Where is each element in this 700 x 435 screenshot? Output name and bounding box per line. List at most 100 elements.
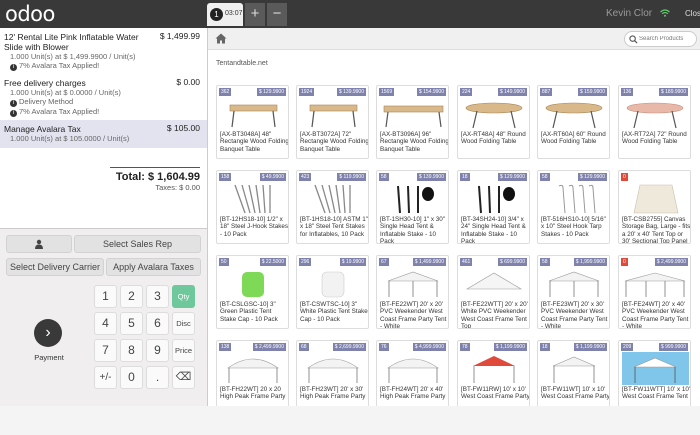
product-card[interactable]: 58 $ 139.9900 [BT-1SH30-10] 1" x 30" Singl…	[376, 170, 449, 244]
product-card[interactable]: 1924 $ 139.9900 [AX-BT3072A] 72" Rectangle…	[296, 85, 369, 159]
product-name: [BT-CSLGSC-10] 3" Green Plastic Tent Sta…	[220, 301, 278, 323]
product-card[interactable]: 67 $ 1,499.9900 [BT-FE22WT] 20' x 20' PVC …	[376, 255, 449, 329]
close-button[interactable]: Close	[685, 9, 700, 18]
delete-order-button[interactable]: −	[267, 3, 287, 26]
product-card[interactable]: 58 $ 1,999.9900 [BT-FE23WT] 20' x 30' PVC …	[537, 255, 610, 329]
product-image	[465, 102, 523, 129]
product-image	[558, 184, 596, 214]
order-line[interactable]: Free delivery charges $ 0.00 1.000 Unit(…	[0, 74, 207, 120]
key-2[interactable]: 2	[120, 285, 143, 308]
product-price-tag: $ 2,499.9900	[654, 258, 688, 266]
key-1[interactable]: 1	[94, 285, 117, 308]
product-name: [AX-RT72A] 72" Round Wood Folding Table	[622, 131, 687, 146]
key-9[interactable]: 9	[146, 339, 169, 362]
product-price-tag: $ 1,199.9900	[493, 343, 527, 351]
product-image	[387, 271, 439, 297]
order-totals: Total: $ 1,604.99 Taxes: $ 0.00	[110, 167, 200, 192]
order-total: Total: $ 1,604.99	[115, 171, 200, 183]
user-name[interactable]: Kevin Clor	[606, 8, 652, 19]
product-card[interactable]: 76 $ 4,999.9900 [BT-FH24WT] 20' x 40' High…	[376, 340, 449, 414]
order-tab[interactable]: 1 03:07	[207, 3, 243, 26]
product-card[interactable]: 136 $ 189.9900 [AX-RT72A] 72" Round Wood F…	[618, 85, 691, 159]
product-card[interactable]: 296 $ 19.9900 [BT-CSWTSC-10] 3" White Plas…	[296, 255, 369, 329]
key-plus-minus[interactable]: +/-	[94, 366, 117, 389]
product-name: [BT-CSWTSC-10] 3" White Plastic Tent Sta…	[300, 301, 368, 323]
key-5[interactable]: 5	[120, 312, 143, 335]
product-image	[234, 184, 271, 214]
product-code-badge: 887	[540, 88, 553, 96]
order-line-selected[interactable]: Manage Avalara Tax $ 105.00 1.000 Unit(s…	[0, 120, 207, 148]
product-code-badge: 76	[379, 343, 389, 351]
product-name: [BT-1HS18-10] ASTM 1" x 18" Steel Tent S…	[300, 216, 369, 238]
select-sales-rep-button[interactable]: Select Sales Rep	[74, 235, 201, 253]
apply-avalara-taxes-button[interactable]: Apply Avalara Taxes	[106, 258, 201, 276]
product-price-tag: $ 139.9900	[416, 173, 446, 181]
product-price-tag: $ 159.9900	[577, 88, 607, 96]
product-image	[622, 352, 689, 385]
product-card[interactable]: 362 $ 129.9900 [AX-BT3048A] 48" Rectangle …	[216, 85, 289, 159]
product-card[interactable]: 0 [BT-CSB2755] Canvas Storage Bag, Large …	[618, 170, 691, 244]
product-card[interactable]: 887 $ 159.9900 [AX-RT60A] 60" Round Wood F…	[537, 85, 610, 159]
key-3[interactable]: 3	[146, 285, 169, 308]
order-line[interactable]: 12' Rental Lite Pink Inflatable Water Sl…	[0, 28, 207, 74]
product-card[interactable]: 1569 $ 154.9900 [AX-BT3096A] 96" Rectangle…	[376, 85, 449, 159]
backspace-icon[interactable]: ⌫	[172, 366, 195, 389]
product-card[interactable]: 224 $ 149.9900 [AX-RT48A] 48" Round Wood F…	[457, 85, 530, 159]
product-card[interactable]: 158 $ 49.9900 [BT-12HS18-10] 1/2" x 18" St…	[216, 170, 289, 244]
product-card[interactable]: 50 $ 22.5000 [BT-CSLGSC-10] 3" Green Plast…	[216, 255, 289, 329]
product-price-tag: $ 129.9900	[577, 173, 607, 181]
mode-qty-button[interactable]: Qty	[172, 285, 195, 308]
product-price-tag: $ 129.9900	[256, 88, 286, 96]
key-6[interactable]: 6	[146, 312, 169, 335]
mode-price-button[interactable]: Price	[172, 339, 195, 362]
product-card[interactable]: 461 $ 699.9900 [BT-FE22WTT] 20' x 20' Whit…	[457, 255, 530, 329]
product-code-badge: 158	[219, 173, 232, 181]
info-icon: i	[10, 110, 17, 117]
product-image	[465, 272, 523, 290]
customer-button[interactable]	[6, 235, 72, 253]
product-image	[307, 358, 359, 383]
product-card[interactable]: 58 $ 129.9900 [BT-516HS10-10] 5/16" x 10" …	[537, 170, 610, 244]
product-code-badge: 68	[299, 343, 309, 351]
product-image	[309, 104, 358, 128]
key-0[interactable]: 0	[120, 366, 143, 389]
order-line-note: i 7% Avalara Tax Applied!	[4, 61, 203, 71]
product-code-badge: 209	[621, 343, 634, 351]
product-price-tag: $ 154.9900	[416, 88, 446, 96]
product-card[interactable]: 68 $ 2,699.9900 [BT-FH23WT] 20' x 30' High…	[296, 340, 369, 414]
product-price-tag: $ 1,199.9900	[573, 343, 607, 351]
product-price-tag: $ 119.9900	[337, 173, 366, 181]
product-name: [BT-1SH30-10] 1" x 30" Single Head Tent …	[380, 216, 446, 244]
product-price-tag: $ 49.9900	[259, 173, 286, 181]
product-image	[383, 105, 444, 128]
product-name: [BT-516HS10-10] 5/16" x 10" Steel Hook T…	[541, 216, 606, 238]
product-price-tag: $ 1,999.9900	[573, 258, 607, 266]
products-pane: Tentandtable.net 362$ 129.9900[AX-BT3048…	[207, 28, 700, 414]
key-7[interactable]: 7	[94, 339, 117, 362]
key-8[interactable]: 8	[120, 339, 143, 362]
product-card[interactable]: 78 $ 1,199.9900 [BT-FW11RW] 10' x 10' West…	[457, 340, 530, 414]
product-image	[227, 358, 279, 383]
product-image	[387, 358, 439, 383]
mode-disc-button[interactable]: Disc	[172, 312, 195, 335]
product-code-badge: 58	[540, 173, 550, 181]
order-taxes: Taxes: $ 0.00	[155, 183, 200, 192]
key-4[interactable]: 4	[94, 312, 117, 335]
product-code-badge: 136	[621, 88, 634, 96]
product-card[interactable]: 0 $ 2,499.9900 [BT-FE24WT] 20' x 40' PVC W…	[618, 255, 691, 329]
product-card[interactable]: 18 $ 1,199.9900 [BT-FW11WT] 10' x 10' West…	[537, 340, 610, 414]
product-card[interactable]: 423 $ 119.9900 [BT-1HS18-10] ASTM 1" x 18"…	[296, 170, 369, 244]
new-order-button[interactable]: +	[245, 3, 265, 26]
product-code-badge: 1924	[299, 88, 315, 96]
key-decimal[interactable]: .	[146, 366, 169, 389]
product-price-tag: $ 999.9900	[658, 343, 688, 351]
product-code-badge: 362	[219, 88, 232, 96]
product-card[interactable]: 209 $ 999.9900 [BT-FW11WTT] 10' x 10' West…	[618, 340, 691, 414]
product-card[interactable]: 18 $ 129.9900 [BT-34SH24-10] 3/4" x 24" Si…	[457, 170, 530, 244]
product-price-tag: $ 189.9900	[658, 88, 688, 96]
select-delivery-carrier-button[interactable]: Select Delivery Carrier	[6, 258, 104, 276]
product-card[interactable]: 138 $ 2,499.9900 [BT-FH22WT] 20 x 20 High …	[216, 340, 289, 414]
chevron-right-icon[interactable]: ›	[34, 319, 62, 347]
product-price-tag: $ 1,499.9900	[412, 258, 446, 266]
product-name: [BT-FE22WTT] 20' x 20' White PVC Weekend…	[461, 301, 528, 329]
